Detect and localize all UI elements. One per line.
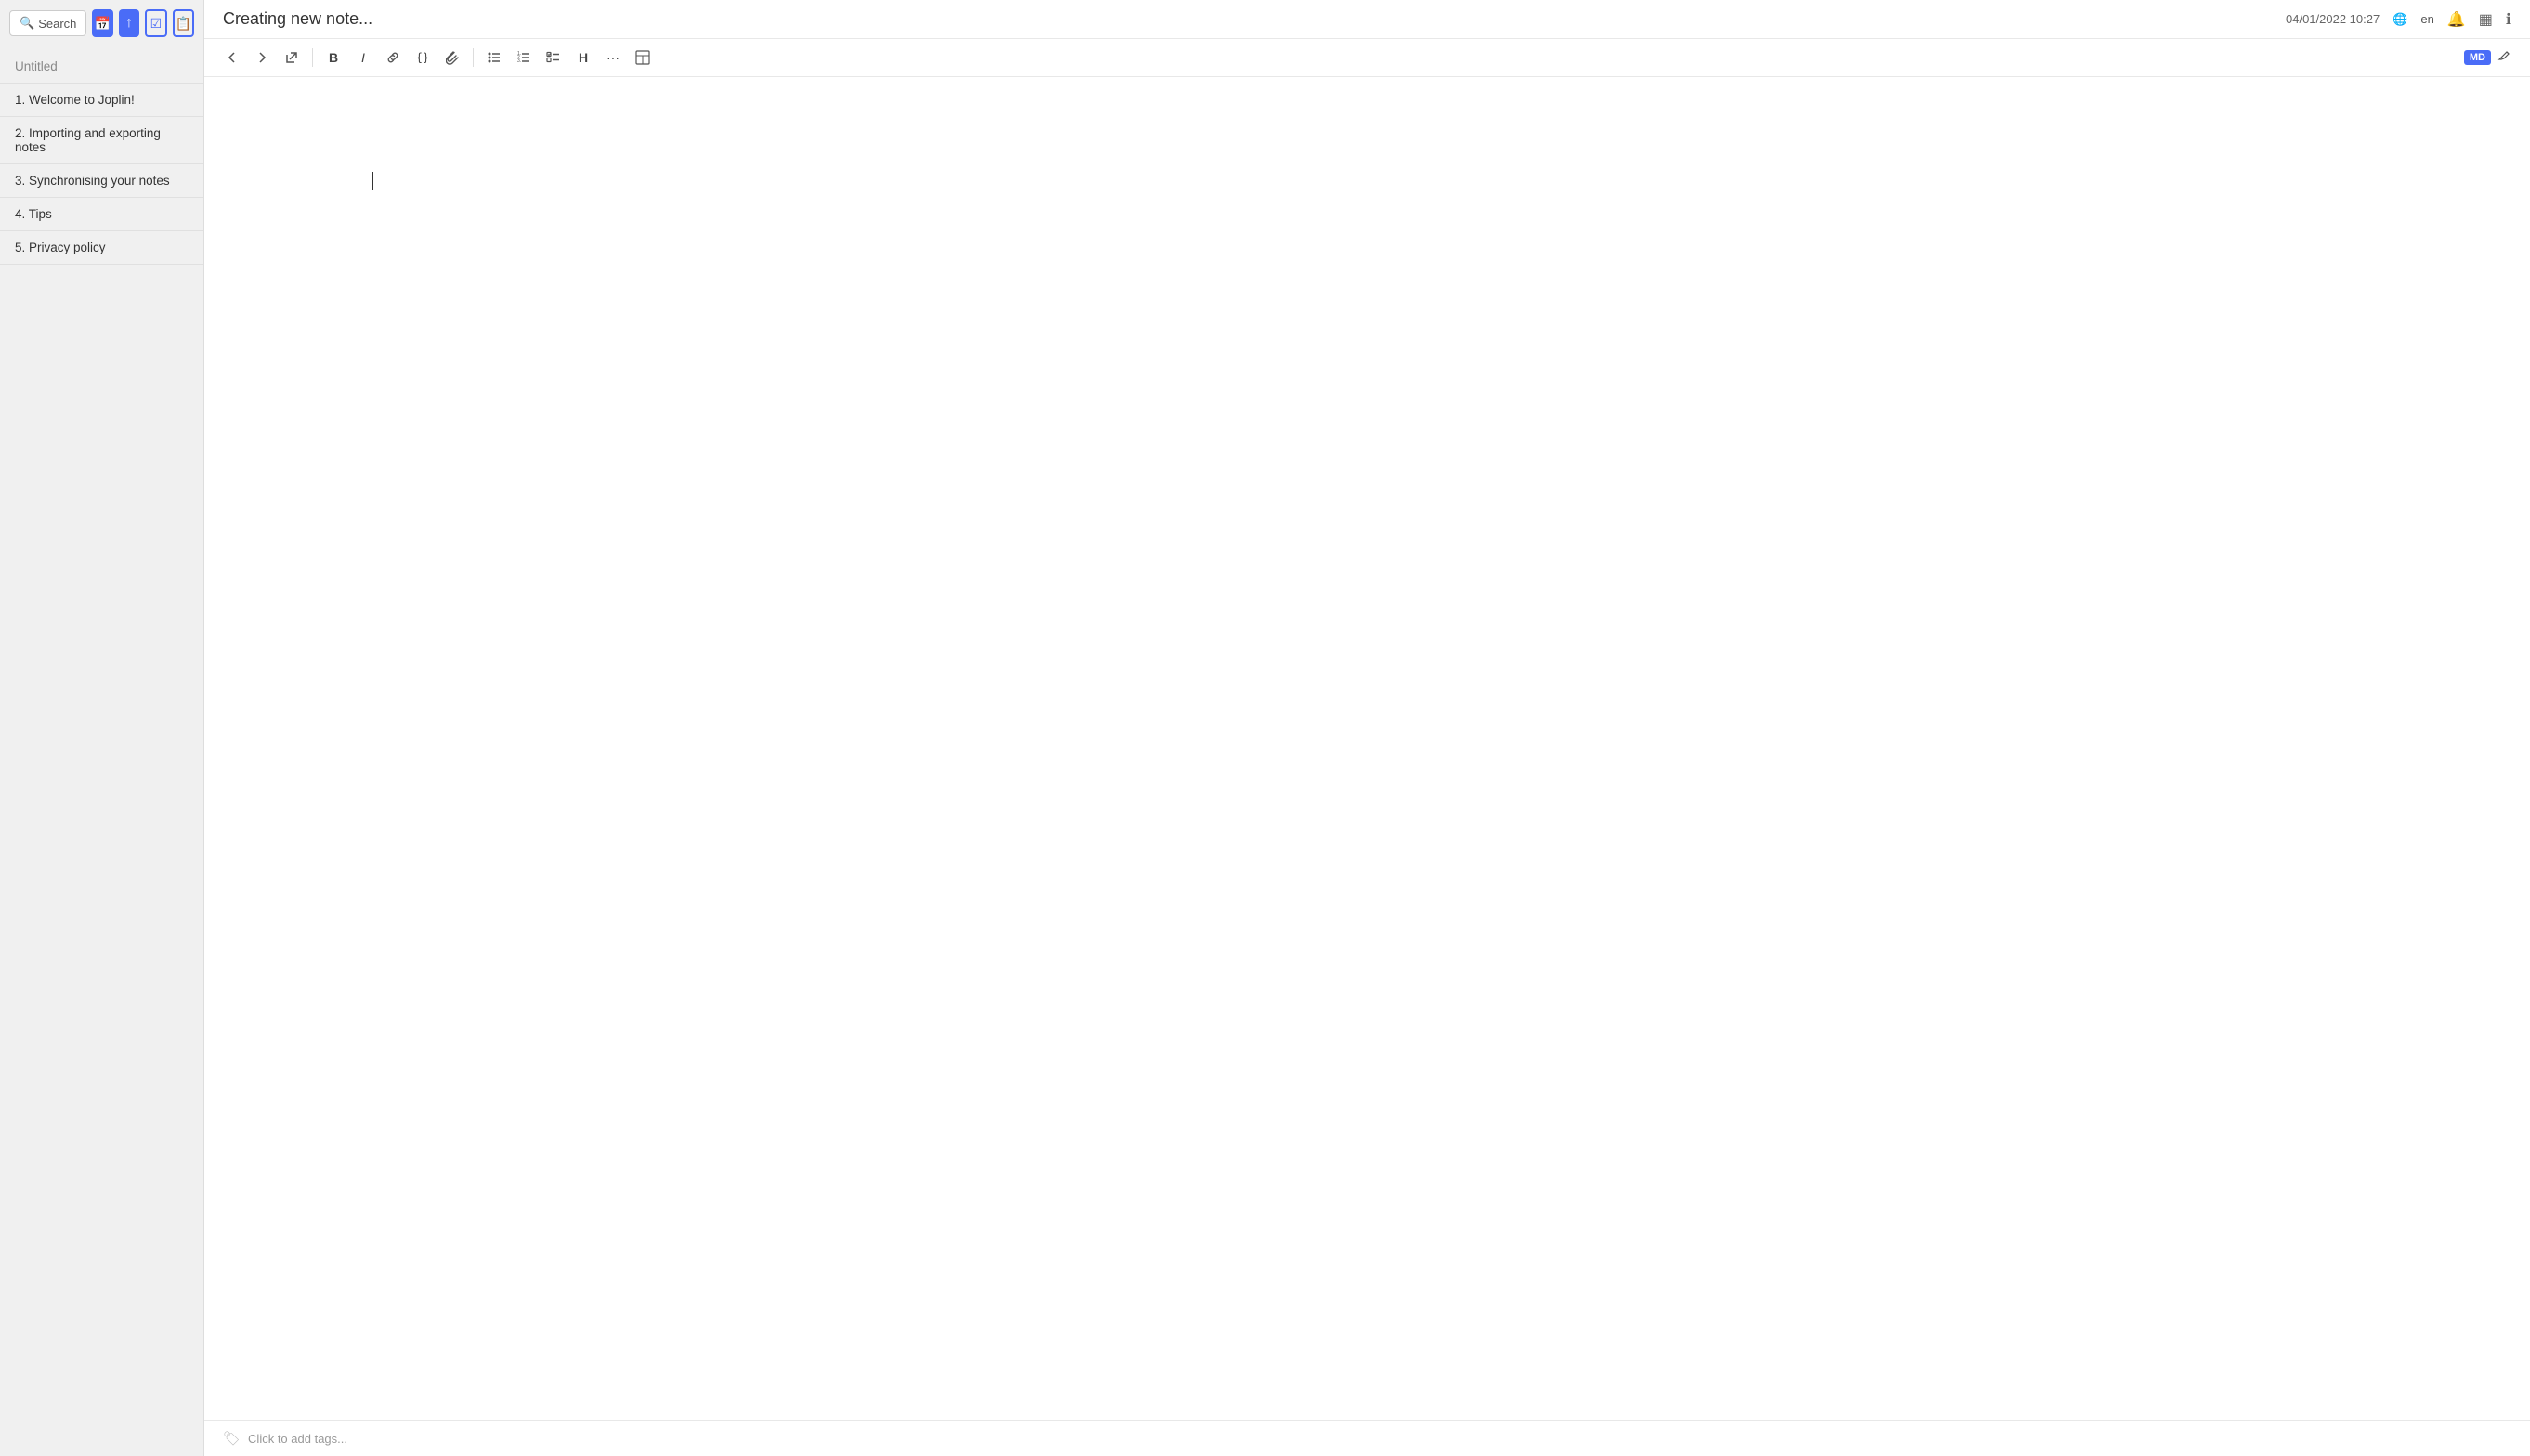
language-label: en — [2420, 12, 2433, 26]
note-item-label: Untitled — [15, 59, 58, 73]
search-icon: 🔍 — [20, 16, 34, 31]
italic-icon: I — [361, 50, 365, 65]
sort-icon: ↑ — [125, 15, 133, 32]
note-item-label: 5. Privacy policy — [15, 240, 106, 254]
code-block-button[interactable]: {} — [410, 45, 436, 71]
top-header: Creating new note... 04/01/2022 10:27 🌐 … — [204, 0, 2530, 39]
link-button[interactable] — [380, 45, 406, 71]
globe-icon: 🌐 — [2393, 12, 2407, 27]
info-icon[interactable]: ℹ — [2506, 10, 2511, 29]
text-cursor — [372, 172, 373, 190]
note-item-label: 2. Importing and exporting notes — [15, 126, 161, 154]
sort-icon-button[interactable]: ↑ — [119, 9, 139, 37]
attachment-button[interactable] — [439, 45, 465, 71]
italic-button[interactable]: I — [350, 45, 376, 71]
datetime-display: 04/01/2022 10:27 — [2286, 12, 2380, 26]
new-note-icon: 📋 — [176, 16, 191, 32]
tag-icon: 🏷 — [223, 1430, 241, 1447]
code-block-icon: {} — [416, 51, 429, 64]
editor-area[interactable] — [204, 77, 2530, 1420]
back-button[interactable] — [219, 45, 245, 71]
note-item-label: 4. Tips — [15, 207, 52, 221]
heading-button[interactable]: H — [570, 45, 596, 71]
note-item-2[interactable]: 2. Importing and exporting notes — [0, 117, 203, 164]
svg-text:3.: 3. — [517, 58, 521, 64]
checkbox-icon: ☑ — [150, 16, 163, 32]
editor-toolbar: B I {} — [204, 39, 2530, 77]
note-item-5[interactable]: 5. Privacy policy — [0, 231, 203, 265]
cursor-position — [372, 170, 2493, 192]
forward-button[interactable] — [249, 45, 275, 71]
calendar-icon: 📅 — [95, 16, 111, 32]
layout-icon[interactable]: ▦ — [2479, 10, 2493, 29]
insert-table-button[interactable] — [630, 45, 656, 71]
header-right: 04/01/2022 10:27 🌐 en 🔔 ▦ ℹ — [2286, 10, 2511, 29]
external-link-button[interactable] — [279, 45, 305, 71]
bell-icon[interactable]: 🔔 — [2447, 10, 2466, 29]
sidebar: 🔍 Search 📅 ↑ ☑ 📋 Untitled 1. Welcome to … — [0, 0, 204, 1456]
note-item-3[interactable]: 3. Synchronising your notes — [0, 164, 203, 198]
md-badge: MD — [2464, 50, 2491, 65]
note-item-4[interactable]: 4. Tips — [0, 198, 203, 231]
search-label: Search — [38, 17, 76, 31]
notes-list: Untitled 1. Welcome to Joplin! 2. Import… — [0, 46, 203, 1456]
more-options-button[interactable]: ··· — [600, 45, 626, 71]
toolbar-separator-1 — [312, 48, 313, 67]
checkbox-icon-button[interactable]: ☑ — [145, 9, 166, 37]
calendar-icon-button[interactable]: 📅 — [92, 9, 112, 37]
new-note-button[interactable]: 📋 — [173, 9, 194, 37]
edit-view-toggle[interactable] — [2495, 46, 2515, 71]
more-options-icon: ··· — [606, 50, 619, 65]
tags-bar[interactable]: 🏷 Click to add tags... — [204, 1420, 2530, 1456]
search-button[interactable]: 🔍 Search — [9, 10, 86, 36]
sidebar-toolbar: 🔍 Search 📅 ↑ ☑ 📋 — [0, 0, 203, 46]
bold-button[interactable]: B — [320, 45, 346, 71]
checkbox-list-button[interactable] — [541, 45, 567, 71]
note-item-1[interactable]: 1. Welcome to Joplin! — [0, 84, 203, 117]
bold-icon: B — [329, 50, 338, 65]
numbered-list-button[interactable]: 1. 2. 3. — [511, 45, 537, 71]
bullet-list-button[interactable] — [481, 45, 507, 71]
main-panel: Creating new note... 04/01/2022 10:27 🌐 … — [204, 0, 2530, 1456]
note-item-untitled[interactable]: Untitled — [0, 50, 203, 84]
tags-placeholder: Click to add tags... — [248, 1432, 347, 1446]
note-item-label: 1. Welcome to Joplin! — [15, 93, 135, 107]
note-item-label: 3. Synchronising your notes — [15, 174, 170, 188]
toolbar-separator-2 — [473, 48, 474, 67]
heading-icon: H — [579, 50, 588, 65]
note-title: Creating new note... — [223, 9, 372, 29]
